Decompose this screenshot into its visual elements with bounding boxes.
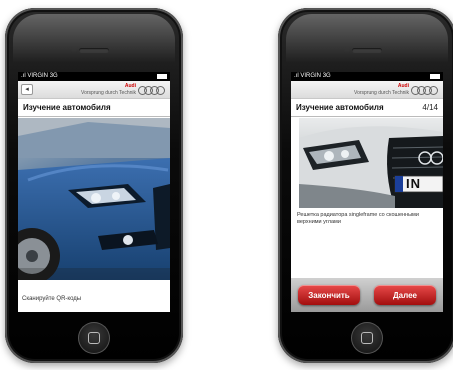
page-title: Изучение автомобиля xyxy=(296,103,384,112)
brand-text: Audi Vorsprung durch Technik xyxy=(81,83,136,96)
home-square-icon xyxy=(361,332,373,344)
app-header: ◂ Audi Vorsprung durch Technik xyxy=(18,81,170,99)
home-button[interactable] xyxy=(351,322,383,354)
signal-icon: .ıl xyxy=(21,73,26,79)
back-button[interactable]: ◂ xyxy=(21,84,33,95)
car-photo xyxy=(18,118,170,280)
screen-right: .ıl VIRGIN 3G Audi Vorsprung durch Techn… xyxy=(291,72,443,312)
phone-left: .ıl VIRGIN 3G ◂ Audi Vorsprung durch Tec… xyxy=(5,8,183,363)
feature-caption: Решетка радиатора singleframe со скошенн… xyxy=(297,212,419,225)
signal-icon: .ıl xyxy=(294,73,299,79)
battery-icon xyxy=(157,74,167,79)
front-camera xyxy=(344,47,350,53)
page-counter: 4/14 xyxy=(422,103,438,112)
grille-photo: IN xyxy=(299,118,443,208)
status-bar: .ıl VIRGIN 3G xyxy=(291,72,443,81)
status-bar: .ıl VIRGIN 3G xyxy=(18,72,170,81)
app-header: Audi Vorsprung durch Technik xyxy=(291,81,443,99)
home-button[interactable] xyxy=(78,322,110,354)
speaker-grille xyxy=(79,48,109,53)
finish-button[interactable]: Закончить xyxy=(298,285,360,305)
audi-logo-icon xyxy=(411,86,439,95)
chevron-left-icon: ◂ xyxy=(25,86,29,93)
grille-illustration xyxy=(299,126,443,208)
brand-text: Audi Vorsprung durch Technik xyxy=(354,83,409,96)
car-illustration xyxy=(18,118,170,280)
page-title: Изучение автомобиля xyxy=(23,103,111,112)
title-bar: Изучение автомобиля xyxy=(18,99,170,117)
battery-icon xyxy=(430,74,440,79)
action-bar: Закончить Далее xyxy=(291,278,443,312)
title-bar: Изучение автомобиля 4/14 xyxy=(291,99,443,117)
license-plate-text: IN xyxy=(406,176,421,191)
next-button[interactable]: Далее xyxy=(374,285,436,305)
phone-right: .ıl VIRGIN 3G Audi Vorsprung durch Techn… xyxy=(278,8,453,363)
signal-carrier: .ıl VIRGIN 3G xyxy=(294,73,331,79)
scan-caption: Сканируйте QR-коды xyxy=(22,296,82,302)
audi-logo-icon xyxy=(138,86,166,95)
home-square-icon xyxy=(88,332,100,344)
screen-left: .ıl VIRGIN 3G ◂ Audi Vorsprung durch Tec… xyxy=(18,72,170,312)
signal-carrier: .ıl VIRGIN 3G xyxy=(21,73,58,79)
front-camera xyxy=(71,47,77,53)
speaker-grille xyxy=(352,48,382,53)
